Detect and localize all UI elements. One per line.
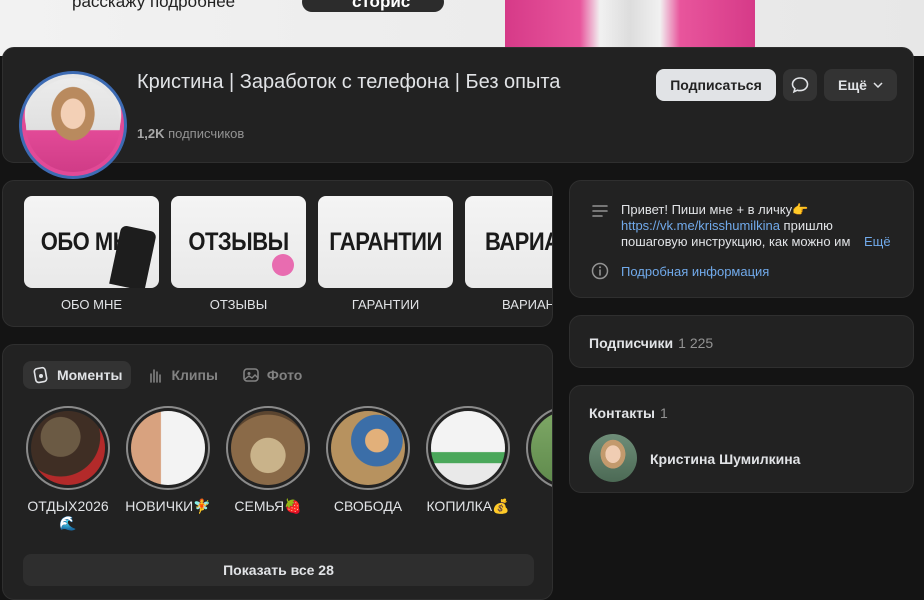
subscribers-section-count: 1 225 [678, 335, 714, 351]
about-more-link[interactable]: Ещё [861, 234, 891, 249]
message-icon [791, 77, 809, 94]
highlights-card: ОБО МНЕ ОБО МНЕ ОТЗЫВЫ ОТЗЫВЫ ГАРАНТИИ Г… [2, 180, 553, 327]
highlight-thumbnail: ОТЗЫВЫ [171, 196, 306, 288]
profile-name: Кристина | Заработок с телефона | Без оп… [137, 71, 561, 93]
tab-clips[interactable]: Клипы [137, 361, 226, 389]
tab-photo[interactable]: Фото [233, 361, 311, 389]
more-button[interactable]: Ещё [824, 69, 897, 101]
story-item[interactable]: УЧ [525, 406, 552, 515]
contact-name[interactable]: Кристина Шумилкина [650, 451, 800, 467]
show-all-button[interactable]: Показать все 28 [23, 554, 534, 586]
subscribers-count: 1,2K [137, 126, 165, 141]
content-tabs: Моменты Клипы Фото [23, 361, 311, 389]
chevron-down-icon [873, 82, 883, 88]
story-item[interactable]: СВОБОДА [325, 406, 411, 515]
photo-icon [243, 368, 259, 382]
story-label: СЕМЬЯ🍓 [234, 498, 302, 514]
highlight-label: ОТЗЫВЫ [209, 297, 268, 312]
about-text: Привет! Пиши мне + в личку👉 https://vk.m… [621, 202, 851, 249]
contacts-count: 1 [660, 405, 668, 421]
highlight-item[interactable]: ВАРИАН ВАРИАНТ [465, 196, 552, 312]
contact-avatar[interactable] [589, 434, 637, 482]
story-label: ОТДЫХ2026🌊 [27, 498, 109, 531]
info-icon [591, 262, 609, 280]
message-button[interactable] [783, 69, 817, 101]
description-icon [592, 205, 608, 217]
cover-caption: расскажу подробнее [72, 0, 236, 11]
contacts-card: Контакты 1 Кристина Шумилкина [569, 385, 914, 493]
highlight-item[interactable]: ОБО МНЕ ОБО МНЕ [24, 196, 159, 312]
cover-pill-text: сторис [352, 0, 411, 11]
highlight-item[interactable]: ГАРАНТИИ ГАРАНТИИ [318, 196, 453, 312]
subscribers-card[interactable]: Подписчики 1 225 [569, 315, 914, 368]
contacts-title[interactable]: Контакты 1 [589, 405, 668, 421]
tab-moments[interactable]: Моменты [23, 361, 132, 389]
story-item[interactable]: КОПИЛКА💰 [425, 406, 511, 515]
clips-icon [150, 369, 162, 383]
story-label: НОВИЧКИ🧚 [125, 498, 211, 514]
moments-card: Моменты Клипы Фото ОТДЫХ2026🌊 НОВИЧКИ🧚 С… [2, 344, 553, 600]
highlight-label: ОБО МНЕ [60, 297, 123, 312]
profile-header: Кристина | Заработок с телефона | Без оп… [2, 47, 914, 179]
highlight-thumbnail: ГАРАНТИИ [318, 196, 453, 288]
moments-icon [33, 366, 48, 384]
story-label: СВОБОДА [333, 498, 403, 514]
details-link[interactable]: Подробная информация [621, 264, 769, 279]
chat-bubble-icon [272, 254, 294, 276]
story-item[interactable]: НОВИЧКИ🧚 [125, 406, 211, 515]
about-card: Привет! Пиши мне + в личку👉 https://vk.m… [569, 180, 914, 298]
about-link[interactable]: https://vk.me/krisshumilkina [621, 218, 780, 233]
highlight-thumbnail: ОБО МНЕ [24, 196, 159, 288]
highlight-item[interactable]: ОТЗЫВЫ ОТЗЫВЫ [171, 196, 306, 312]
story-label: КОПИЛКА💰 [426, 498, 510, 514]
profile-avatar[interactable] [19, 71, 127, 179]
profile-subscribers[interactable]: 1,2K подписчиков [137, 126, 244, 141]
story-item[interactable]: СЕМЬЯ🍓 [225, 406, 311, 515]
highlight-label: ГАРАНТИИ [351, 297, 420, 312]
highlight-thumbnail: ВАРИАН [465, 196, 552, 288]
highlight-label: ВАРИАНТ [502, 297, 552, 312]
more-button-label: Ещё [838, 77, 867, 93]
subscribe-button[interactable]: Подписаться [656, 69, 776, 101]
subscribers-label: подписчиков [168, 126, 245, 141]
subscribers-title: Подписчики 1 225 [589, 335, 714, 351]
story-item[interactable]: ОТДЫХ2026🌊 [25, 406, 111, 532]
story-label: УЧ [525, 498, 552, 515]
